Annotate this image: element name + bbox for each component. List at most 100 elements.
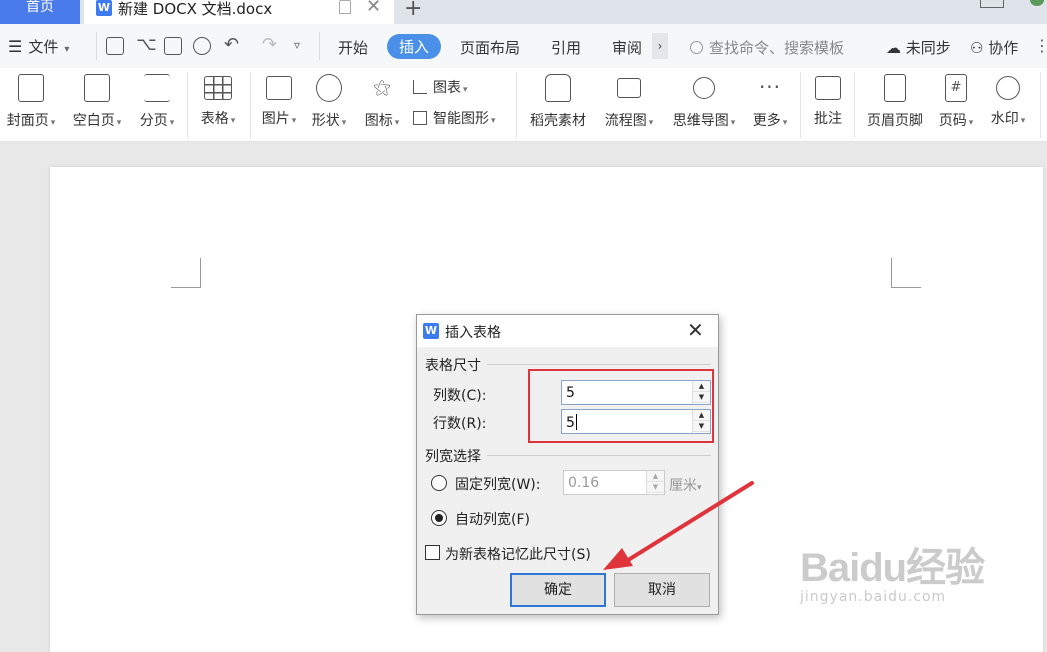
page-number-button[interactable]: # 页码 ▾	[934, 74, 978, 130]
menu-bar: ☰ 文件 ▾ ⌥ ↶ ↷ ▿ 开始 插入 页面布局 引用 审阅 › 查找命令、搜索模…	[0, 24, 1047, 68]
comment-label: 批注	[814, 111, 842, 127]
fixed-width-value[interactable]: 0.16	[568, 475, 599, 491]
increment-icon[interactable]: ▲	[647, 471, 664, 482]
auto-width-radio[interactable]	[431, 510, 447, 526]
icons-icon: ⚝	[373, 77, 391, 98]
undo-icon[interactable]: ↶	[224, 34, 239, 55]
print-preview-icon[interactable]	[193, 37, 211, 55]
avatar[interactable]	[1030, 0, 1044, 6]
table-button[interactable]: 表格 ▾	[196, 74, 240, 128]
cancel-button[interactable]: 取消	[614, 573, 710, 607]
group-divider	[487, 364, 711, 365]
blank-page-button[interactable]: 空白页 ▾	[68, 74, 126, 130]
window-layout-icon[interactable]	[980, 0, 1004, 8]
remember-size-label[interactable]: 为新表格记忆此尺寸(S)	[445, 544, 591, 564]
cloud-icon: ☁	[886, 39, 901, 57]
docer-material-button[interactable]: 稻壳素材	[526, 74, 590, 130]
chart-button[interactable]: 图表 ▾	[413, 77, 468, 97]
tab-document[interactable]: W 新建 DOCX 文档.docx ✕	[84, 0, 394, 24]
divider	[800, 72, 801, 138]
user-icon: ⚇	[970, 39, 984, 57]
tab-page-layout[interactable]: 页面布局	[460, 37, 520, 58]
save-icon[interactable]	[106, 37, 124, 55]
tab-review[interactable]: 审阅	[612, 37, 642, 58]
fixed-width-radio[interactable]	[431, 475, 447, 491]
table-icon	[204, 76, 232, 100]
collaborate-label: 协作	[988, 39, 1019, 57]
margin-corner-top-left	[171, 258, 201, 288]
shape-button[interactable]: 形状 ▾	[308, 74, 350, 130]
rows-label: 行数(R):	[433, 416, 487, 432]
fixed-width-stepper[interactable]: 0.16 ▲ ▼	[563, 470, 665, 495]
table-size-group-label: 表格尺寸	[425, 358, 481, 374]
radio-selected-dot	[435, 514, 443, 522]
more-button[interactable]: ··· 更多 ▾	[748, 74, 792, 130]
tab-home[interactable]: 首页	[0, 0, 80, 24]
remember-size-checkbox[interactable]	[425, 545, 440, 560]
dialog-close-icon[interactable]: ✕	[687, 318, 704, 342]
ok-button[interactable]: 确定	[510, 573, 606, 607]
baidu-jingyan-watermark: Baidu经验 jingyan.baidu.com	[800, 535, 985, 605]
tab-home-menu[interactable]: 开始	[338, 37, 368, 58]
quick-access-dropdown-icon[interactable]: ▿	[294, 38, 300, 52]
page-number-label: 页码	[938, 113, 967, 129]
fixed-width-label[interactable]: 固定列宽(W):	[455, 474, 540, 494]
page-break-icon	[144, 74, 170, 102]
header-footer-button[interactable]: 页眉页脚	[862, 74, 928, 130]
watermark-brand: Baidu经验	[800, 546, 985, 590]
shape-icon	[316, 74, 342, 102]
chart-icon	[413, 80, 427, 94]
sync-label: 未同步	[905, 39, 951, 57]
more-icon: ···	[758, 75, 782, 99]
format-painter-icon[interactable]: ⌥	[136, 34, 157, 55]
store-icon	[545, 74, 571, 102]
chevron-down-icon: ▾	[697, 483, 702, 493]
mindmap-button[interactable]: 思维导图 ▾	[668, 74, 740, 130]
file-menu[interactable]: ☰ 文件 ▾	[8, 36, 69, 57]
icon-library-button[interactable]: ⚝ 图标 ▾	[360, 74, 404, 130]
shape-label: 形状	[311, 113, 340, 129]
cover-page-button[interactable]: 封面页 ▾	[2, 74, 60, 130]
print-icon[interactable]	[164, 37, 182, 55]
more-tabs-button[interactable]: ›	[652, 33, 668, 59]
close-tab-icon[interactable]: ✕	[366, 0, 381, 17]
comment-button[interactable]: 批注	[810, 74, 846, 128]
more-options-icon[interactable]: ⋮	[1034, 36, 1047, 55]
tab-bar: 首页 W 新建 DOCX 文档.docx ✕ +	[0, 0, 1047, 24]
decrement-icon[interactable]: ▼	[647, 482, 664, 493]
hamburger-icon: ☰	[8, 37, 23, 56]
pin-icon[interactable]	[339, 0, 351, 14]
divider	[854, 72, 855, 138]
wps-writer-logo-icon: W	[423, 323, 439, 339]
smartart-button[interactable]: 智能图形 ▾	[413, 108, 496, 128]
tab-references[interactable]: 引用	[551, 37, 581, 58]
page-break-button[interactable]: 分页 ▾	[136, 74, 178, 130]
auto-width-label[interactable]: 自动列宽(F)	[455, 509, 530, 529]
picture-button[interactable]: 图片 ▾	[258, 74, 300, 128]
header-footer-icon	[884, 74, 906, 102]
command-search[interactable]: 查找命令、搜索模板	[690, 37, 844, 58]
watermark-button[interactable]: 水印 ▾	[986, 74, 1030, 128]
comment-icon	[815, 76, 841, 100]
cover-page-label: 封面页	[6, 113, 49, 129]
unit-label: 厘米	[669, 478, 697, 494]
collaborate-button[interactable]: ⚇ 协作	[970, 37, 1018, 58]
mindmap-icon	[693, 77, 715, 99]
tab-insert[interactable]: 插入	[387, 34, 442, 59]
watermark-label: 水印	[990, 111, 1019, 127]
smartart-label: 智能图形	[433, 111, 489, 127]
sync-status[interactable]: ☁ 未同步	[886, 37, 951, 58]
fixed-width-stepper-arrows[interactable]: ▲ ▼	[646, 471, 664, 494]
search-placeholder: 查找命令、搜索模板	[709, 39, 845, 57]
flowchart-icon	[617, 78, 641, 98]
redo-icon[interactable]: ↷	[262, 34, 277, 55]
columns-label: 列数(C):	[433, 388, 487, 404]
flowchart-button[interactable]: 流程图 ▾	[600, 74, 658, 130]
chart-label: 图表	[433, 80, 461, 96]
file-menu-label: 文件	[28, 38, 59, 56]
more-label: 更多	[752, 113, 781, 129]
highlight-box	[528, 369, 714, 443]
header-footer-label: 页眉页脚	[867, 113, 923, 129]
new-tab-button[interactable]: +	[404, 0, 422, 21]
unit-select[interactable]: 厘米▾	[669, 475, 702, 495]
